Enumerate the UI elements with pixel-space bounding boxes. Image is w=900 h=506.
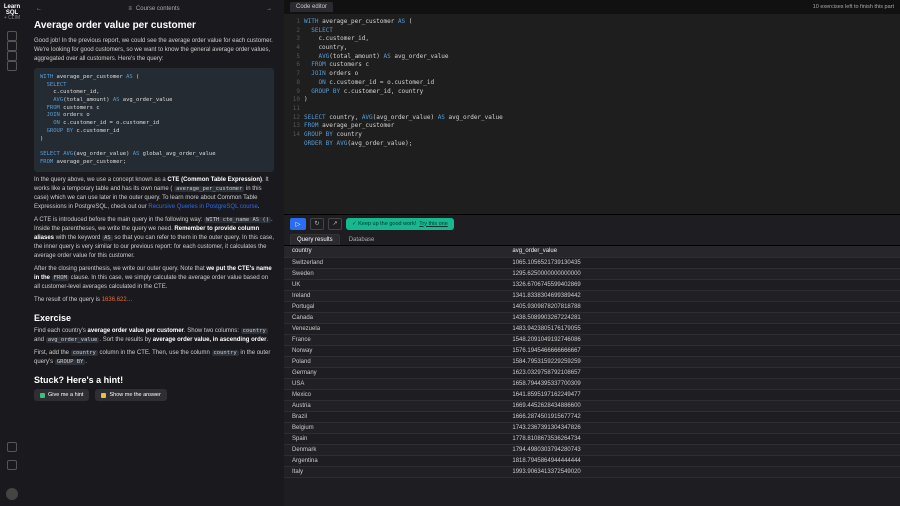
answer-icon <box>101 393 106 398</box>
table-row: France1548.2091049192746086 <box>284 334 900 345</box>
avatar[interactable] <box>6 488 18 500</box>
forward-button[interactable]: → <box>264 6 274 12</box>
table-row: Belgium1743.2367391304347826 <box>284 422 900 433</box>
outer-query-paragraph: After the closing parenthesis, we write … <box>34 265 274 292</box>
message-icon[interactable] <box>7 41 17 51</box>
run-button[interactable]: ▷ <box>290 218 306 230</box>
intro-paragraph: Good job! In the previous report, we cou… <box>34 37 274 64</box>
tab-query-results[interactable]: Query results <box>290 234 340 245</box>
course-link[interactable]: Recursive Queries in PostgreSQL course <box>148 204 258 210</box>
results-table: countryavg_order_value Switzerland1065.1… <box>284 246 900 478</box>
hint-heading: Stuck? Here's a hint! <box>34 375 274 385</box>
column-country[interactable]: country <box>284 246 504 257</box>
exercise-p1: Find each country's average order value … <box>34 327 274 345</box>
table-row: Argentina1818.7945864944444444 <box>284 455 900 466</box>
tab-database[interactable]: Database <box>342 234 382 245</box>
exercise-heading: Exercise <box>34 313 274 323</box>
left-rail: Learn SQL + CLIM <box>0 0 24 506</box>
workspace: Code editor 10 exercises left to finish … <box>284 0 900 506</box>
course-contents-label: Course contents <box>136 6 180 12</box>
table-row: Switzerland1065.1056521739130435 <box>284 257 900 268</box>
column-avg_order_value[interactable]: avg_order_value <box>504 246 900 257</box>
home-icon[interactable] <box>7 31 17 41</box>
table-row: Poland1584.7953159229259259 <box>284 356 900 367</box>
cte-paragraph: In the query above, we use a concept kno… <box>34 176 274 212</box>
share-button[interactable]: ↗ <box>328 218 342 230</box>
feedback-banner: ✓ Keep up the good work! Try this one <box>346 218 454 230</box>
editor-tabbar: Code editor 10 exercises left to finish … <box>284 0 900 14</box>
code-content[interactable]: WITH average_per_customer AS ( SELECT c.… <box>304 18 900 210</box>
table-row: Spain1778.8108673536264734 <box>284 433 900 444</box>
back-button[interactable]: ← <box>34 6 44 12</box>
table-row: Italy1993.9063413372549020 <box>284 466 900 477</box>
table-row: Denmark1794.4980303794280743 <box>284 444 900 455</box>
table-row: Sweden1295.6250000000000000 <box>284 268 900 279</box>
table-row: UK1326.6706745599402869 <box>284 279 900 290</box>
progress-status: 10 exercises left to finish this part <box>813 4 894 10</box>
menu-icon: ≡ <box>128 6 132 12</box>
table-row: Germany1623.0329758792108657 <box>284 367 900 378</box>
reset-button[interactable]: ↻ <box>310 218 324 230</box>
table-row: USA1658.7944395337700309 <box>284 378 900 389</box>
code-editor[interactable]: 1234567891011121314 WITH average_per_cus… <box>284 14 900 214</box>
help-icon[interactable] <box>7 460 17 470</box>
lesson-topbar: ← ≡ Course contents → <box>34 6 274 12</box>
line-gutter: 1234567891011121314 <box>284 18 304 210</box>
table-row: Austria1669.4452628434886600 <box>284 400 900 411</box>
table-row: Canada1438.5089903267224281 <box>284 312 900 323</box>
exercise-p2: First, add the country column in the CTE… <box>34 349 274 367</box>
hint-icon <box>40 393 45 398</box>
cte-syntax-paragraph: A CTE is introduced before the main quer… <box>34 216 274 261</box>
gear-icon[interactable] <box>7 442 17 452</box>
result-paragraph: The result of the query is 1636.622… <box>34 296 274 305</box>
table-row: Mexico1641.8595197162249477 <box>284 389 900 400</box>
table-row: Portugal1405.9309878207818788 <box>284 301 900 312</box>
table-row: Venezuela1483.9423805176179055 <box>284 323 900 334</box>
answer-button[interactable]: Show me the answer <box>95 389 166 401</box>
tab-code-editor[interactable]: Code editor <box>290 2 333 12</box>
brand-sub: + CLIM <box>0 16 24 21</box>
bookmark-icon[interactable] <box>7 51 17 61</box>
table-row: Ireland1341.8338304699389442 <box>284 290 900 301</box>
run-bar: ▷ ↻ ↗ ✓ Keep up the good work! Try this … <box>284 214 900 232</box>
course-contents-link[interactable]: ≡ Course contents <box>52 6 256 12</box>
brand-logo: Learn SQL + CLIM <box>0 4 24 21</box>
hint-button[interactable]: Give me a hint <box>34 389 89 401</box>
results-table-wrap[interactable]: countryavg_order_value Switzerland1065.1… <box>284 246 900 506</box>
try-this-link[interactable]: Try this one <box>419 221 448 227</box>
page-title: Average order value per customer <box>34 20 274 31</box>
table-row: Brazil1666.2874501915677742 <box>284 411 900 422</box>
table-row: Norway1576.1945466666666667 <box>284 345 900 356</box>
file-icon[interactable] <box>7 61 17 71</box>
sample-query-block: WITH average_per_customer AS ( SELECT c.… <box>34 68 274 172</box>
result-tabs: Query results Database <box>284 232 900 246</box>
lesson-panel: ← ≡ Course contents → Average order valu… <box>24 0 284 506</box>
